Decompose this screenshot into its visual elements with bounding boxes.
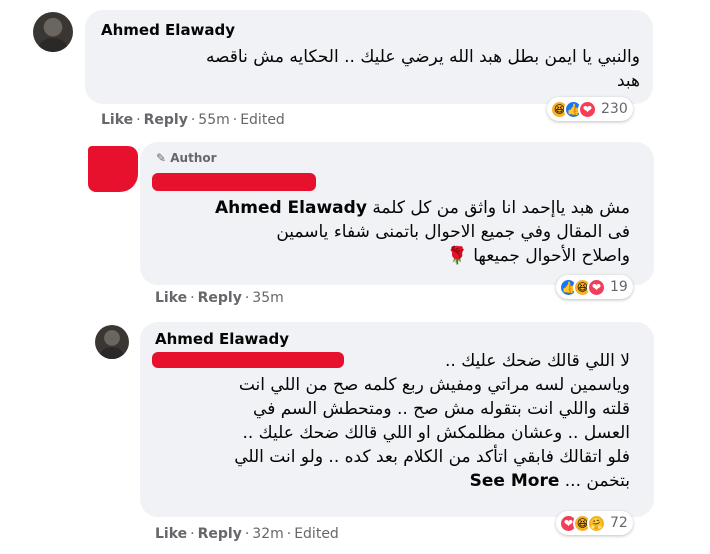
see-more-link[interactable]: See More <box>470 471 560 491</box>
reply-text: لا اللي قالك ضحك عليك .. وياسمين لسه مرا… <box>150 349 630 493</box>
reply-button[interactable]: Reply <box>198 290 242 306</box>
reply-actions: Like · Reply · 35m <box>155 290 284 306</box>
reply-author-name[interactable]: Ahmed Elawady <box>155 330 289 348</box>
reply-text-line: قلته واللي انت بتقوله مش صح .. ومتحطش ال… <box>253 399 630 419</box>
comment-timestamp[interactable]: 55m <box>198 112 229 128</box>
edited-label: Edited <box>240 112 285 128</box>
reply-text-line: وياسمين لسه مراتي ومفيش ربع كلمه صح من ا… <box>238 375 630 395</box>
reply-actions: Like · Reply · 32m · Edited <box>155 526 339 542</box>
comment-author-name[interactable]: Ahmed Elawady <box>101 21 235 39</box>
reaction-count: 19 <box>610 279 628 295</box>
reaction-summary[interactable]: ❤ 😆 🤗 72 <box>556 511 633 535</box>
rose-icon: 🌹 <box>446 246 468 266</box>
love-reaction-icon: ❤ <box>578 99 597 119</box>
comment-text: والنبي يا ايمن بطل هبد الله يرضي عليك ..… <box>100 45 640 93</box>
comment-text-line: والنبي يا ايمن بطل هبد الله يرضي عليك ..… <box>205 47 640 67</box>
reply-button[interactable]: Reply <box>144 112 188 128</box>
avatar[interactable] <box>33 12 73 52</box>
reply-text-line: بتخمن ... <box>564 471 630 491</box>
reply-text-line: لا اللي قالك ضحك عليك .. <box>445 351 630 371</box>
avatar[interactable] <box>95 325 129 359</box>
reaction-count: 230 <box>601 101 628 117</box>
redaction-mark-name <box>152 173 316 191</box>
reply-timestamp[interactable]: 32m <box>252 526 283 542</box>
care-reaction-icon: 🤗 <box>587 513 606 533</box>
reaction-summary[interactable]: 👍 😆 ❤ 19 <box>556 275 633 299</box>
like-button[interactable]: Like <box>155 290 187 306</box>
reaction-count: 72 <box>610 515 628 531</box>
edited-label: Edited <box>294 526 339 542</box>
reply-text-line: مش هبد ياإحمد انا واثق من كل كلمة <box>372 198 630 218</box>
reply-text: مش هبد ياإحمد انا واثق من كل كلمة Ahmed … <box>150 196 630 268</box>
comment-actions: Like · Reply · 55m · Edited <box>101 112 285 128</box>
love-reaction-icon: ❤ <box>587 277 606 297</box>
like-button[interactable]: Like <box>155 526 187 542</box>
mention-link[interactable]: Ahmed Elawady <box>215 198 367 218</box>
reply-text-line: فى المقال وفي جميع الاحوال باتمنى شفاء ي… <box>276 222 630 242</box>
reply-text-line: واصلاح الأحوال جميعها <box>473 246 630 266</box>
reply-text-line: العسل .. وعشان مظلمكش او اللي قالك ضحك ع… <box>242 423 630 443</box>
reaction-summary[interactable]: 😆 👍 ❤ 230 <box>547 97 633 121</box>
author-badge-label: Author <box>170 151 217 165</box>
pencil-icon: ✎ <box>156 151 167 165</box>
reply-button[interactable]: Reply <box>198 526 242 542</box>
redaction-mark-avatar <box>88 146 138 192</box>
comment-text-line: هبد <box>616 71 640 91</box>
reply-text-line: فلو اتقالك فابقي اتأكد من الكلام بعد كده… <box>234 447 630 467</box>
reply-timestamp[interactable]: 35m <box>252 290 283 306</box>
author-badge: ✎ Author <box>156 151 217 165</box>
like-button[interactable]: Like <box>101 112 133 128</box>
